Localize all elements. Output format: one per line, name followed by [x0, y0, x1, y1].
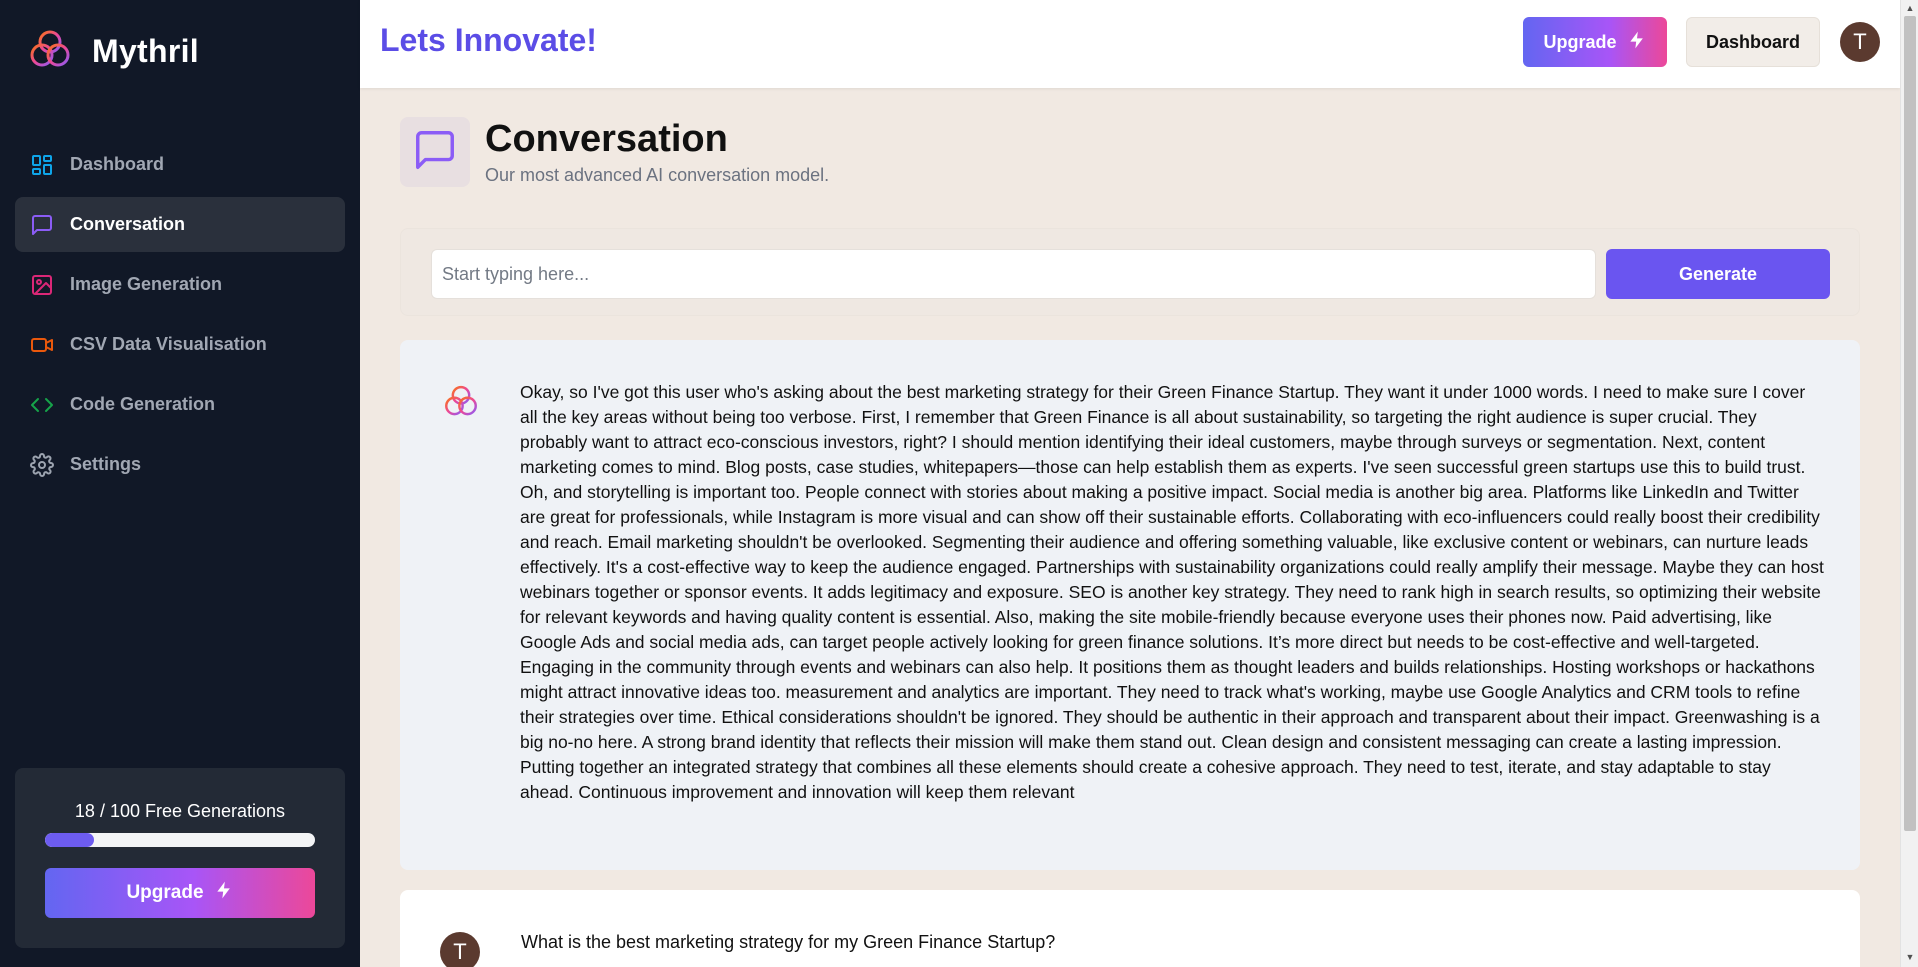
scroll-up-arrow-icon[interactable]: ▲ — [1905, 3, 1915, 13]
chat-icon — [30, 213, 54, 237]
sidebar-item-image-generation[interactable]: Image Generation — [15, 257, 345, 312]
page-subtitle: Our most advanced AI conversation model. — [485, 165, 830, 185]
brand-name: Mythril — [92, 33, 199, 69]
scroll-down-arrow-icon[interactable]: ▼ — [1905, 952, 1915, 962]
user-message: T What is the best marketing strategy fo… — [400, 890, 1860, 967]
assistant-message: Okay, so I've got this user who's asking… — [400, 340, 1860, 870]
usage-progress-fill — [45, 833, 94, 847]
header-title: Lets Innovate! — [380, 22, 597, 58]
sidebar-item-label: CSV Data Visualisation — [70, 334, 267, 354]
dashboard-icon — [30, 153, 54, 177]
sidebar-item-label: Settings — [70, 454, 142, 474]
sidebar: Mythril Dashboard Conversation Image Gen… — [0, 0, 360, 967]
brand[interactable]: Mythril — [28, 27, 199, 76]
sidebar-upgrade-button[interactable]: Upgrade — [45, 868, 315, 918]
sidebar-item-label: Image Generation — [70, 274, 223, 294]
generate-button[interactable]: Generate — [1606, 249, 1830, 299]
chat-icon — [412, 127, 458, 178]
page-scrollbar[interactable]: ▲ ▼ — [1900, 0, 1918, 967]
sidebar-item-code-generation[interactable]: Code Generation — [15, 377, 345, 432]
sidebar-nav: Dashboard Conversation Image Generation … — [15, 137, 345, 497]
top-header: Lets Innovate! Upgrade Dashboard T — [360, 0, 1900, 88]
gear-icon — [30, 452, 54, 477]
sidebar-item-label: Code Generation — [70, 394, 216, 414]
image-icon — [30, 273, 54, 297]
sidebar-item-conversation[interactable]: Conversation — [15, 197, 345, 252]
lightning-icon — [214, 880, 234, 906]
usage-card: 18 / 100 Free Generations Upgrade — [15, 768, 345, 948]
code-icon — [30, 393, 54, 417]
usage-counter: 18 / 100 Free Generations — [74, 801, 286, 821]
mythril-logo-icon — [28, 27, 72, 76]
sidebar-item-label: Dashboard — [70, 154, 165, 174]
sidebar-item-csv-data-visualisation[interactable]: CSV Data Visualisation — [15, 317, 345, 372]
user-avatar: T — [440, 932, 480, 967]
user-message-text: What is the best marketing strategy for … — [521, 932, 1056, 952]
scrollbar-thumb[interactable] — [1904, 16, 1916, 831]
header-upgrade-button[interactable]: Upgrade — [1523, 17, 1667, 67]
page-title: Conversation — [485, 118, 728, 160]
header-dashboard-button[interactable]: Dashboard — [1686, 17, 1820, 67]
upgrade-label: Upgrade — [126, 882, 204, 903]
upgrade-label: Upgrade — [1543, 31, 1617, 52]
video-icon — [30, 333, 54, 357]
page-icon-tile — [400, 117, 470, 187]
lightning-icon — [1627, 30, 1647, 55]
sidebar-item-dashboard[interactable]: Dashboard — [15, 137, 345, 192]
sidebar-item-label: Conversation — [70, 214, 186, 234]
assistant-message-text: Okay, so I've got this user who's asking… — [520, 382, 1824, 802]
usage-progress-bar — [45, 833, 315, 847]
prompt-form: Generate — [400, 228, 1860, 316]
sidebar-item-settings[interactable]: Settings — [15, 437, 345, 492]
assistant-logo-icon — [443, 383, 479, 424]
prompt-input[interactable] — [431, 249, 1596, 299]
user-avatar[interactable]: T — [1840, 22, 1880, 62]
